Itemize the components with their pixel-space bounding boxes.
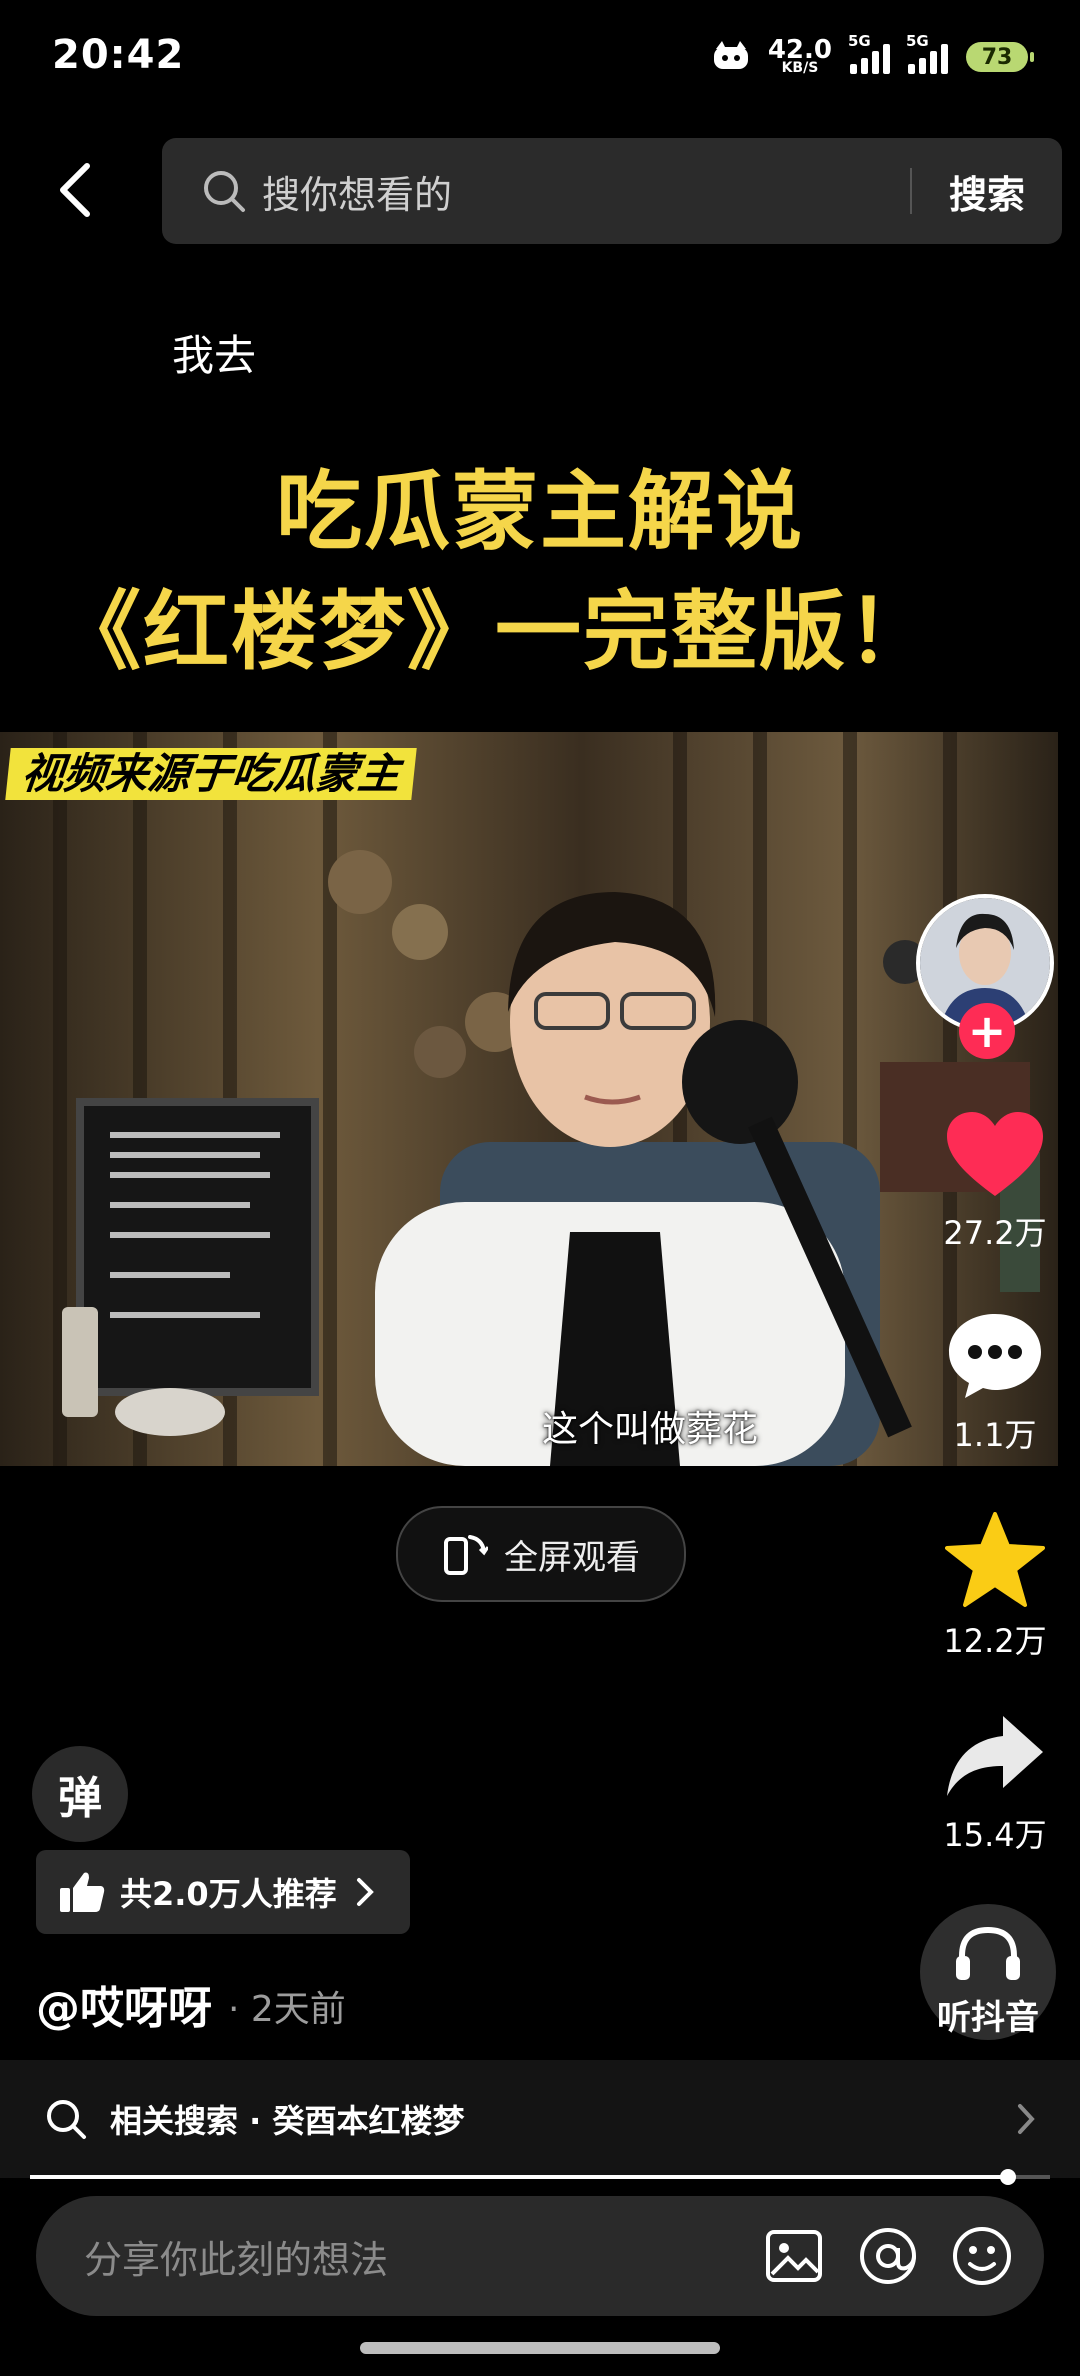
- title-line-2: 《红楼梦》一完整版！: [55, 582, 935, 682]
- rotate-screen-icon: [444, 1535, 488, 1575]
- video-player[interactable]: [0, 732, 1058, 1466]
- battery-icon: 73: [966, 42, 1034, 72]
- like-count: 27.2万: [943, 1214, 1047, 1252]
- share-arrow-icon: [947, 1716, 1043, 1796]
- recommend-text: 共2.0万人推荐: [120, 1875, 337, 1913]
- video-subtitle: 这个叫做葬花: [541, 1409, 758, 1450]
- signal-2-icon: 5G: [906, 32, 948, 74]
- search-button[interactable]: 搜索: [912, 164, 1062, 219]
- favorite-count: 12.2万: [943, 1622, 1047, 1660]
- thumbs-up-icon: [60, 1872, 105, 1912]
- danmaku-toggle-button[interactable]: 弹: [32, 1746, 128, 1842]
- star-icon: [945, 1512, 1045, 1607]
- listen-label: 听抖音: [937, 1998, 1039, 2038]
- fullscreen-label: 全屏观看: [504, 1537, 640, 1578]
- danmaku-label: 弹: [58, 1773, 102, 1824]
- comment-button[interactable]: 1.1万: [930, 1310, 1060, 1456]
- video-caption: 我去: [172, 331, 257, 380]
- heart-icon: [947, 1112, 1043, 1196]
- search-icon: [204, 171, 245, 212]
- related-search-bar[interactable]: 相关搜索 · 癸酉本红楼梦: [0, 2060, 1080, 2178]
- progress-fill: [30, 2175, 1008, 2179]
- comment-bubble-icon: [949, 1314, 1041, 1398]
- chevron-right-icon: [356, 1878, 374, 1906]
- back-button[interactable]: [40, 150, 110, 230]
- favorite-button[interactable]: 12.2万: [930, 1512, 1060, 1662]
- cat-notification-icon: [713, 41, 748, 69]
- emoji-icon[interactable]: [950, 2224, 1014, 2288]
- related-search-text: 相关搜索 · 癸酉本红楼梦: [110, 2102, 465, 2140]
- video-title-overlay: 吃瓜蒙主解说 《红楼梦》一完整版！: [0, 452, 1080, 692]
- follow-button[interactable]: +: [959, 1003, 1015, 1059]
- chevron-left-icon: [60, 163, 90, 217]
- video-frame-image: [0, 732, 1058, 1466]
- title-line-1: 吃瓜蒙主解说: [276, 462, 804, 562]
- home-indicator[interactable]: [360, 2342, 720, 2354]
- search-bar[interactable]: 搜你想看的 搜索: [162, 138, 1062, 244]
- comment-input[interactable]: 分享你此刻的想法: [84, 2229, 762, 2284]
- search-input[interactable]: 搜你想看的: [262, 164, 910, 219]
- video-source-tag: 视频来源于吃瓜蒙主: [5, 748, 417, 800]
- recommend-pill[interactable]: 共2.0万人推荐: [36, 1850, 410, 1934]
- author-name[interactable]: @哎呀呀: [36, 1972, 212, 2036]
- post-time: · 2天前: [228, 1989, 346, 2030]
- at-mention-icon[interactable]: [856, 2224, 920, 2288]
- share-button[interactable]: 15.4万: [930, 1712, 1060, 1856]
- chevron-right-icon: [1018, 2104, 1035, 2134]
- headphones-icon: [956, 1926, 1020, 1980]
- fullscreen-button[interactable]: 全屏观看: [396, 1506, 686, 1602]
- signal-1-icon: 5G: [848, 32, 890, 74]
- status-time: 20:42: [52, 32, 185, 78]
- comment-count: 1.1万: [953, 1416, 1037, 1454]
- share-count: 15.4万: [943, 1816, 1047, 1854]
- progress-knob[interactable]: [1000, 2169, 1016, 2185]
- network-speed: 42.0 KB/S: [767, 35, 832, 76]
- image-icon[interactable]: [762, 2224, 826, 2288]
- comment-bar[interactable]: 分享你此刻的想法: [36, 2196, 1044, 2316]
- search-icon: [47, 2100, 86, 2139]
- status-icons: 42.0 KB/S 5G 5G 73: [712, 32, 1034, 82]
- like-button[interactable]: 27.2万: [930, 1110, 1060, 1254]
- plus-icon: +: [967, 1004, 1007, 1058]
